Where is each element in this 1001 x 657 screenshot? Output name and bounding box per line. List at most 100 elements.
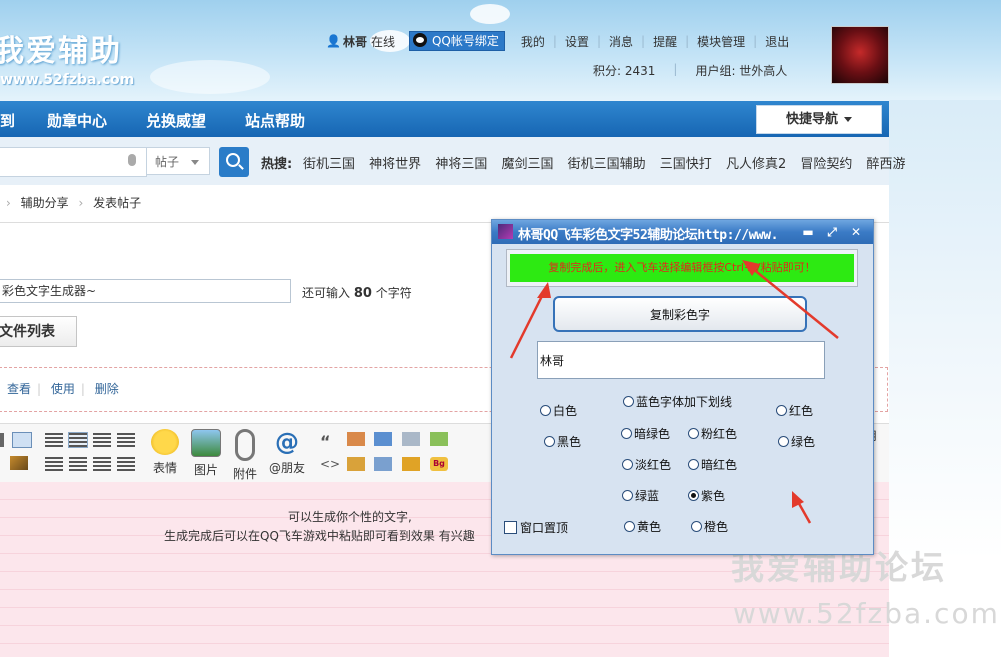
hot-link[interactable]: 神将三国 (435, 157, 487, 172)
hot-link[interactable]: 醉西游 (867, 157, 906, 172)
free-icon[interactable] (347, 432, 365, 446)
radio-black[interactable]: 黑色 (544, 433, 581, 450)
quick-nav-button[interactable]: 快捷导航 (756, 105, 882, 134)
maximize-button[interactable]: ⤢ (824, 224, 840, 240)
page-break-icon[interactable] (374, 457, 392, 471)
float-left-icon[interactable] (45, 457, 63, 471)
search-input[interactable] (0, 147, 147, 177)
radio-label: 淡红色 (635, 458, 672, 472)
hot-link[interactable]: 凡人修真2 (726, 157, 786, 172)
radio-dot (544, 436, 555, 447)
use-link[interactable]: 使用 (51, 382, 75, 396)
breadcrumb-item[interactable]: 辅助分享 (21, 196, 69, 210)
radio-white[interactable]: 白色 (540, 402, 577, 419)
settings-link[interactable]: 设置 (565, 33, 589, 50)
topmost-checkbox[interactable]: 窗口置顶 (504, 519, 568, 536)
points-link[interactable]: 积分: 2431 (593, 62, 655, 79)
my-menu-link[interactable]: 我的 (521, 33, 545, 50)
nav-item-sign[interactable]: 到 (0, 110, 15, 131)
site-logo[interactable]: 我爱辅助 (0, 26, 122, 70)
logout-link[interactable]: 退出 (765, 33, 789, 50)
file-list-button[interactable]: 文件列表 (0, 316, 77, 347)
table-icon[interactable] (12, 432, 32, 448)
radio-green-blue[interactable]: 绿蓝 (622, 487, 659, 504)
hot-link[interactable]: 街机三国辅助 (568, 157, 646, 172)
online-status[interactable]: 在线 (371, 33, 395, 50)
breadcrumb-item[interactable]: 发表帖子 (93, 196, 141, 210)
postbg-icon[interactable] (402, 432, 420, 446)
nav-item-help[interactable]: 站点帮助 (245, 110, 305, 131)
image-button[interactable]: 图片 (186, 429, 226, 478)
radio-purple[interactable]: 紫色 (688, 487, 725, 504)
bg-icon[interactable]: Bg (430, 457, 448, 471)
hide-icon[interactable] (347, 457, 365, 471)
hot-link[interactable]: 三国快打 (660, 157, 712, 172)
align-justify-icon[interactable] (68, 432, 88, 448)
username-link[interactable]: 林哥 (343, 33, 367, 50)
breadcrumb: › 辅助分享 › 发表帖子 (0, 194, 141, 211)
separator: | (685, 34, 690, 48)
quick-nav-label: 快捷导航 (785, 112, 838, 127)
flash-icon[interactable] (374, 432, 392, 446)
radio-dot (688, 459, 699, 470)
align-right-icon[interactable] (117, 433, 135, 447)
search-button[interactable] (219, 147, 249, 177)
hot-link[interactable]: 神将世界 (369, 157, 421, 172)
messages-link[interactable]: 消息 (609, 33, 633, 50)
radio-red[interactable]: 红色 (776, 402, 813, 419)
qq-bind-button[interactable]: QQ帐号绑定 (408, 31, 505, 51)
separator: | (673, 62, 678, 76)
align-left-icon[interactable] (45, 433, 63, 447)
radio-light-red[interactable]: 淡红色 (622, 456, 671, 473)
radio-pink-red[interactable]: 粉红色 (688, 425, 737, 442)
emoji-label: 表情 (152, 461, 177, 475)
post-title-input[interactable]: 彩色文字生成器~ (0, 279, 291, 303)
delete-link[interactable]: 删除 (95, 382, 119, 396)
radio-yellow[interactable]: 黄色 (624, 518, 661, 535)
password-icon[interactable] (402, 457, 420, 471)
indent-icon[interactable] (0, 433, 4, 447)
radio-orange[interactable]: 橙色 (691, 518, 728, 535)
unordered-list-icon[interactable] (117, 457, 135, 471)
radio-blue-underline[interactable]: 蓝色字体加下划线 (623, 393, 732, 410)
microphone-icon[interactable] (128, 154, 136, 166)
align-center-icon[interactable] (93, 433, 111, 447)
ordered-list-icon[interactable] (93, 457, 111, 471)
key-icon[interactable] (430, 432, 448, 446)
hot-link[interactable]: 魔剑三国 (501, 157, 553, 172)
radio-dark-green[interactable]: 暗绿色 (621, 425, 670, 442)
radio-dark-red[interactable]: 暗红色 (688, 456, 737, 473)
user-bar: 👤 林哥 在线 QQ帐号绑定 我的 | 设置 | 消息 | 提醒 | 模块管理 … (326, 31, 789, 51)
minimize-button[interactable]: ▬ (800, 224, 816, 240)
radio-label: 粉红色 (701, 427, 738, 441)
attach-button[interactable]: 附件 (225, 429, 265, 482)
search-type-select[interactable]: 帖子 (146, 147, 210, 175)
hot-link[interactable]: 冒险契约 (800, 157, 852, 172)
radio-dot (622, 490, 633, 501)
chevron-right-icon: › (6, 196, 11, 210)
avatar[interactable] (831, 26, 889, 84)
reminders-link[interactable]: 提醒 (653, 33, 677, 50)
float-right-icon[interactable] (69, 457, 87, 471)
radio-dot (540, 405, 551, 416)
brush-icon[interactable] (10, 456, 28, 470)
remaining-chars: 还可输入 80 个字符 (302, 284, 412, 301)
view-link[interactable]: 查看 (7, 382, 31, 396)
nav-item-exchange[interactable]: 兑换威望 (146, 110, 206, 131)
hot-link[interactable]: 街机三国 (303, 157, 355, 172)
radio-green[interactable]: 绿色 (778, 433, 815, 450)
nav-item-medals[interactable]: 勋章中心 (47, 110, 107, 131)
quote-icon[interactable]: “ (320, 432, 332, 451)
text-input[interactable]: 林哥 (537, 341, 825, 379)
radio-label: 黑色 (557, 435, 582, 449)
notice-frame: 复制完成后，进入飞车选择编辑框按Ctrl+V粘贴即可！ (506, 249, 858, 287)
usergroup-link[interactable]: 用户组: 世外高人 (695, 62, 787, 79)
copy-color-text-button[interactable]: 复制彩色字 (553, 296, 807, 332)
dialog-titlebar[interactable]: 林哥QQ飞车彩色文字52辅助论坛http://www. ▬ ⤢ ✕ (492, 220, 873, 244)
code-icon[interactable]: <> (320, 457, 340, 471)
close-button[interactable]: ✕ (848, 224, 864, 240)
emoji-button[interactable]: 表情 (145, 429, 185, 476)
attach-label: 附件 (232, 467, 257, 481)
at-friend-button[interactable]: @ @朋友 (267, 429, 307, 476)
module-manage-link[interactable]: 模块管理 (697, 33, 745, 50)
